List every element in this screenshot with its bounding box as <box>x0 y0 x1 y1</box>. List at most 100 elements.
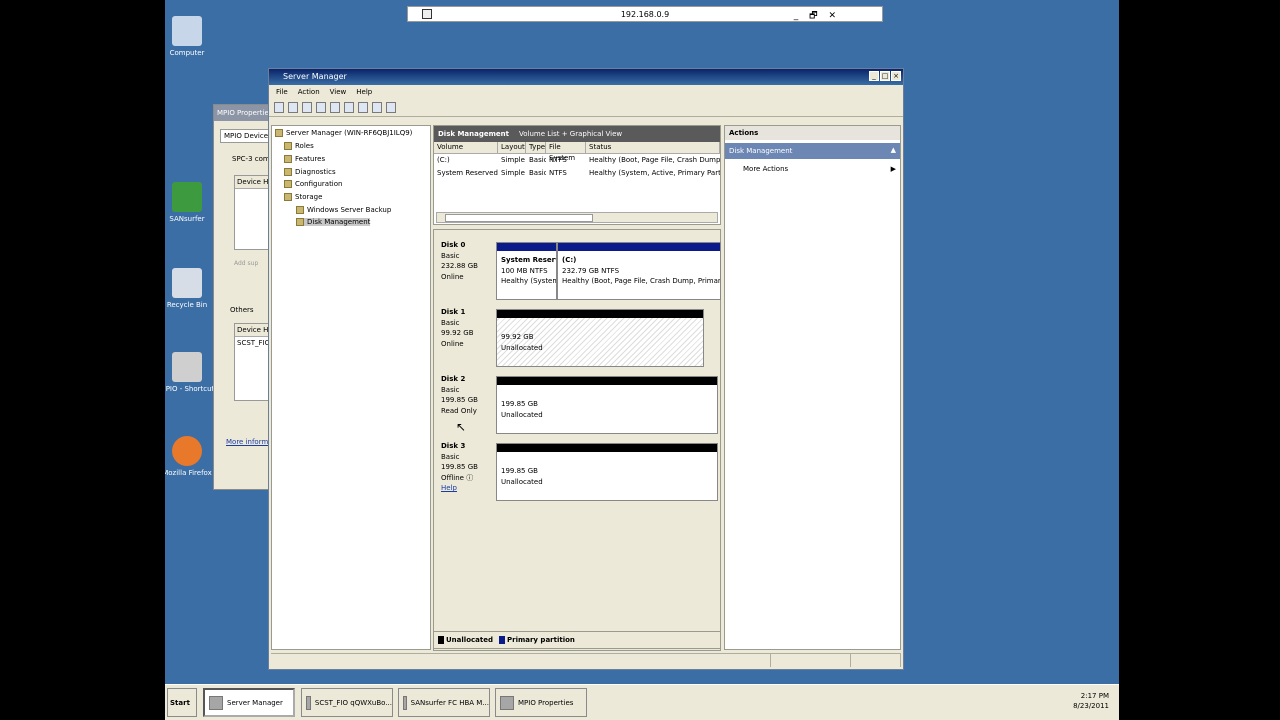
system-tray[interactable]: 2:17 PM 8/23/2011 <box>1029 687 1119 717</box>
volume-list[interactable]: Disk Management Volume List + Graphical V… <box>433 125 721 225</box>
toolbar <box>269 99 903 117</box>
disk-0-label[interactable]: Disk 0 Basic 232.88 GB Online <box>436 236 494 298</box>
col-volume[interactable]: Volume <box>434 142 498 153</box>
volume-fs: NTFS <box>549 169 567 177</box>
volume-layout: Simple <box>501 169 525 177</box>
legend-primary: Primary partition <box>498 636 575 644</box>
col-status[interactable]: Status <box>586 142 720 153</box>
console-tree[interactable]: Server Manager (WIN-RF6QBJ1ILQ9) Roles F… <box>271 125 431 650</box>
title-bar[interactable]: Server Manager _ □ × <box>269 69 903 85</box>
unallocated-bar <box>497 310 703 318</box>
mpio-icon <box>500 695 514 710</box>
tree-configuration[interactable]: Configuration <box>284 180 342 188</box>
actions-header: Actions <box>725 126 900 140</box>
menu-action[interactable]: Action <box>298 88 320 99</box>
clock-time: 2:17 PM <box>1080 692 1109 700</box>
remote-desktop-bar[interactable]: 192.168.0.9 _ 🗗 ✕ <box>407 6 883 22</box>
volume-status: Healthy (Boot, Page File, Crash Dump, Pr… <box>589 156 720 164</box>
partition-unallocated-disk-3[interactable]: 199.85 GB Unallocated <box>496 443 718 501</box>
taskbar-item-server-manager[interactable]: Server Manager <box>203 688 295 717</box>
rdp-window-controls[interactable]: _ 🗗 ✕ <box>794 8 840 24</box>
actions-section-disk-management[interactable]: Disk Management ▲ <box>725 143 900 159</box>
collapse-icon[interactable]: ▲ <box>891 146 896 154</box>
center-header-title: Disk Management <box>438 130 509 138</box>
server-manager-window[interactable]: Server Manager _ □ × File Action View Help… <box>268 68 904 670</box>
partition-c[interactable]: (C:) 232.79 GB NTFS Healthy (Boot, Page Fi… <box>557 242 721 300</box>
volume-name: System Reserved <box>437 169 498 177</box>
disk-3-label[interactable]: Disk 3 Basic 199.85 GB Offline ⓘ Help <box>436 437 494 499</box>
show-hide-tree-icon[interactable] <box>316 102 326 113</box>
volume-list-columns: Volume Layout Type File System Status <box>434 142 720 162</box>
desktop-icon-computer[interactable]: Computer <box>165 16 217 58</box>
volume-status: Healthy (System, Active, Primary Partiti… <box>589 169 720 177</box>
scrollbar-thumb[interactable] <box>445 214 593 222</box>
graphical-view[interactable]: Disk 0 Basic 232.88 GB Online System Reserv… <box>433 229 721 651</box>
info-icon[interactable]: ⓘ <box>466 474 473 482</box>
partition-unallocated-disk-2[interactable]: 199.85 GB Unallocated <box>496 376 718 434</box>
horizontal-scrollbar[interactable] <box>436 212 718 223</box>
partition-unallocated-disk-1[interactable]: 99.92 GB Unallocated <box>496 309 704 367</box>
properties-icon[interactable] <box>344 102 354 113</box>
sansurfer-icon <box>403 695 407 710</box>
features-icon <box>284 155 292 163</box>
taskbar-item-scst[interactable]: SCST_FIO qQWXuBo... <box>301 688 393 717</box>
menu-file[interactable]: File <box>276 88 288 99</box>
back-icon[interactable] <box>274 102 284 113</box>
window-title: Server Manager <box>283 72 347 81</box>
legend-unallocated: Unallocated <box>438 636 493 644</box>
mpio-add-support[interactable]: Add sup <box>234 260 258 267</box>
minimize-button[interactable]: _ <box>869 71 879 81</box>
desktop-icon-recycle-bin[interactable]: Recycle Bin <box>165 268 217 310</box>
disk-1-label[interactable]: Disk 1 Basic 99.92 GB Online <box>436 303 494 365</box>
tree-windows-server-backup[interactable]: Windows Server Backup <box>296 206 391 214</box>
tree-features[interactable]: Features <box>284 155 325 163</box>
primary-bar <box>497 243 556 251</box>
desktop-icon-sansurfer[interactable]: SANsurfer <box>165 182 217 224</box>
maximize-button[interactable]: □ <box>880 71 890 81</box>
pin-icon[interactable] <box>422 9 432 19</box>
volume-name: (C:) <box>437 156 450 164</box>
settings-icon[interactable] <box>386 102 396 113</box>
server-manager-icon <box>209 695 223 710</box>
actions-pane[interactable]: Actions Disk Management ▲ More Actions ▶ <box>724 125 901 650</box>
submenu-arrow-icon: ▶ <box>890 165 896 173</box>
desktop-icon-mpio-shortcut[interactable]: MPIO - Shortcut <box>165 352 217 394</box>
taskbar-item-sansurfer[interactable]: SANsurfer FC HBA M... <box>398 688 490 717</box>
tree-disk-management[interactable]: Disk Management <box>296 218 371 226</box>
col-layout[interactable]: Layout <box>498 142 526 153</box>
volume-row[interactable]: System Reserved Simple Basic NTFS Health… <box>434 167 720 180</box>
more-actions-item[interactable]: More Actions ▶ <box>725 159 900 173</box>
up-icon[interactable] <box>302 102 312 113</box>
taskbar-item-mpio[interactable]: MPIO Properties <box>495 688 587 717</box>
volume-layout: Simple <box>501 156 525 164</box>
col-file-system[interactable]: File System <box>546 142 586 162</box>
start-button[interactable]: Start <box>167 688 197 717</box>
refresh-icon[interactable] <box>358 102 368 113</box>
disk-2-row[interactable]: Disk 2 Basic 199.85 GB Read Only 199.85 GB U… <box>436 370 719 434</box>
disk-0-row[interactable]: Disk 0 Basic 232.88 GB Online System Reserv… <box>436 236 721 300</box>
tree-diagnostics[interactable]: Diagnostics <box>284 168 336 176</box>
legend: Unallocated Primary partition <box>433 631 721 649</box>
tree-root[interactable]: Server Manager (WIN-RF6QBJ1ILQ9) <box>275 129 412 137</box>
tree-roles[interactable]: Roles <box>284 142 314 150</box>
disk-3-row[interactable]: Disk 3 Basic 199.85 GB Offline ⓘ Help 199.85… <box>436 437 719 501</box>
forward-icon[interactable] <box>288 102 298 113</box>
storage-icon <box>284 193 292 201</box>
partition-system-reserved[interactable]: System Reserv 100 MB NTFS Healthy (System, <box>496 242 557 300</box>
mpio-others-label: Others <box>230 306 254 314</box>
disk-3-help-link[interactable]: Help <box>441 484 457 492</box>
rdp-host: 192.168.0.9 <box>620 9 670 19</box>
roles-icon <box>284 142 292 150</box>
disk-1-row[interactable]: Disk 1 Basic 99.92 GB Online 99.92 GB Unallo… <box>436 303 719 367</box>
col-type[interactable]: Type <box>526 142 546 153</box>
volume-row[interactable]: (C:) Simple Basic NTFS Healthy (Boot, Pa… <box>434 154 720 167</box>
tree-storage[interactable]: Storage <box>284 193 322 201</box>
menu-view[interactable]: View <box>330 88 347 99</box>
export-icon[interactable] <box>372 102 382 113</box>
help-icon[interactable] <box>330 102 340 113</box>
close-button[interactable]: × <box>891 71 901 81</box>
menu-help[interactable]: Help <box>356 88 372 99</box>
window-icon <box>306 695 311 710</box>
desktop-icon-firefox[interactable]: Mozilla Firefox <box>165 436 217 478</box>
center-header-subtitle: Volume List + Graphical View <box>519 130 623 138</box>
